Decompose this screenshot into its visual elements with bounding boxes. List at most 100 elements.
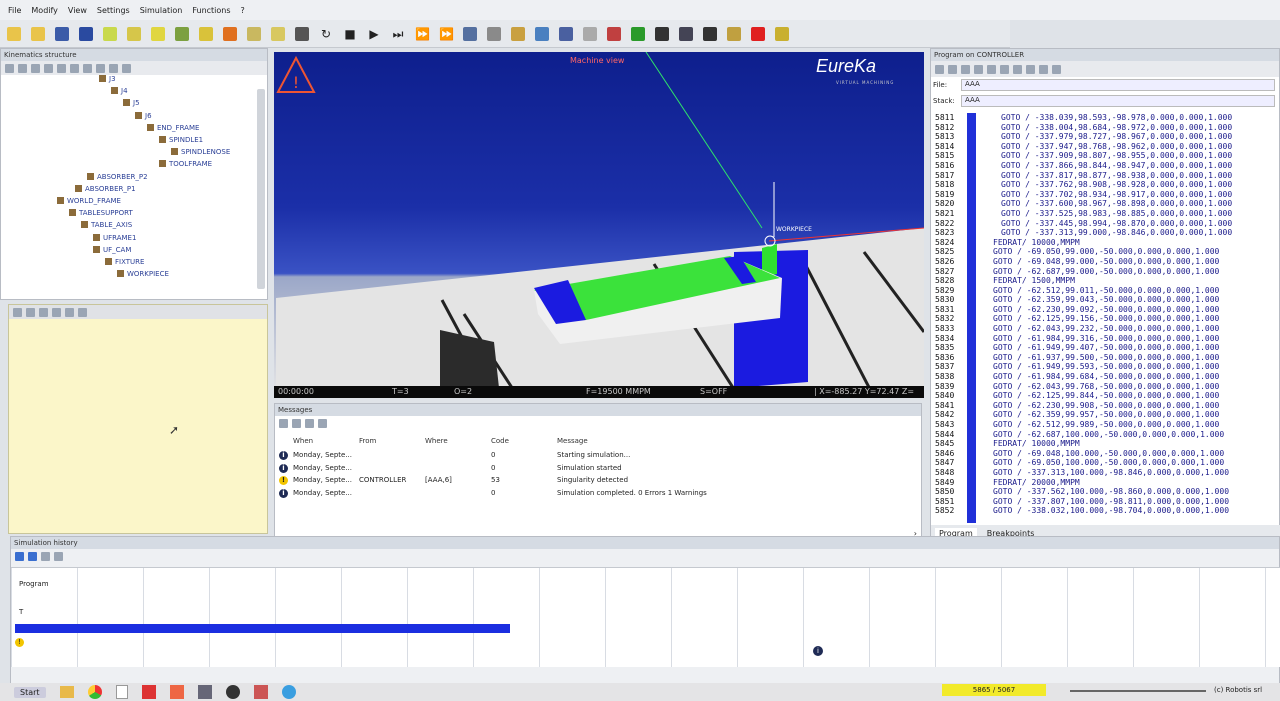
find-icon[interactable] — [1013, 64, 1022, 74]
film-icon[interactable] — [652, 24, 672, 44]
program-line[interactable]: 5812 GOTO / -338.004,98.684,-98.972,0.000… — [931, 123, 1280, 133]
sort-icon[interactable] — [39, 307, 48, 317]
program-line[interactable]: 5841 GOTO / -62.230,99.908,-50.000,0.000,… — [931, 401, 1280, 411]
tree-node-uframe1[interactable]: UFRAME1 — [93, 234, 136, 242]
new-icon[interactable] — [935, 64, 944, 74]
move-icon[interactable] — [628, 24, 648, 44]
program-line[interactable]: 5837 GOTO / -61.949,99.593,-50.000,0.000,… — [931, 362, 1280, 372]
cpu-icon[interactable] — [484, 24, 504, 44]
program-line[interactable]: 5826 GOTO / -69.048,99.000,-50.000,0.000,… — [931, 257, 1280, 267]
program-line[interactable]: 5835 GOTO / -61.949,99.407,-50.000,0.000,… — [931, 343, 1280, 353]
scroll-left-icon[interactable] — [41, 551, 50, 561]
undo-icon[interactable] — [987, 64, 996, 74]
program-line[interactable]: 5850 GOTO / -337.562,100.000,-98.860,0.00… — [931, 487, 1280, 497]
program-line[interactable]: 5815 GOTO / -337.909,98.807,-98.955,0.000… — [931, 151, 1280, 161]
program-line[interactable]: 5819 GOTO / -337.702,98.934,-98.917,0.000… — [931, 190, 1280, 200]
message-row[interactable]: ! Monday, Septe... CONTROLLER [AAA,6] 53 Sing… — [275, 474, 921, 486]
calc-icon[interactable] — [196, 24, 216, 44]
eureka-app-icon[interactable] — [169, 685, 184, 699]
warning-filter-icon[interactable] — [292, 418, 301, 428]
menu-simulation[interactable]: Simulation — [140, 6, 183, 15]
ie-icon[interactable] — [281, 685, 296, 699]
message-row[interactable]: i Monday, Septe... 0 Simulation started — [275, 462, 921, 474]
program-line[interactable]: 5829 GOTO / -62.512,99.011,-50.000,0.000,… — [931, 286, 1280, 296]
tree-node-table-axis[interactable]: TABLE_AXIS — [81, 221, 132, 229]
save-icon[interactable] — [961, 64, 970, 74]
stop-icon[interactable]: ■ — [340, 24, 360, 44]
tree-node-fixture[interactable]: FIXTURE — [105, 258, 144, 266]
folder-icon[interactable] — [59, 686, 74, 698]
message-row[interactable]: i Monday, Septe... 0 Simulation completed. … — [275, 487, 921, 499]
program-line[interactable]: 5814 GOTO / -337.947,98.768,-98.962,0.000… — [931, 142, 1280, 152]
cut-icon[interactable] — [604, 24, 624, 44]
program-line[interactable]: 5840 GOTO / -62.125,99.844,-50.000,0.000,… — [931, 391, 1280, 401]
tree-node-spindlenose[interactable]: SPINDLENOSE — [171, 148, 230, 156]
tree-node-j4[interactable]: J4 — [111, 87, 128, 95]
zoom-slider[interactable] — [1070, 690, 1206, 692]
menu-modify[interactable]: Modify — [31, 6, 58, 15]
info-marker-icon[interactable]: i — [813, 646, 823, 656]
program-line[interactable]: 5836 GOTO / -61.937,99.500,-50.000,0.000,… — [931, 353, 1280, 363]
tools-icon[interactable] — [292, 24, 312, 44]
program-line[interactable]: 5823 GOTO / -337.313,99.000,-98.846,0.000… — [931, 228, 1280, 238]
cube-app-icon[interactable] — [253, 685, 268, 699]
program-line[interactable]: 5832 GOTO / -62.125,99.156,-50.000,0.000,… — [931, 314, 1280, 324]
tree-node-j5[interactable]: J5 — [123, 99, 140, 107]
zoom-in-icon[interactable] — [15, 551, 24, 561]
sphere-app-icon[interactable] — [225, 685, 240, 699]
machine-view[interactable]: ! Machine view EureKa VIRTUAL MACHINING … — [274, 52, 924, 398]
program-line[interactable]: 5838 GOTO / -61.984,99.684,-50.000,0.000,… — [931, 372, 1280, 382]
history-timeline[interactable]: Program T ! i — [11, 567, 1280, 667]
reset-icon[interactable]: ↻ — [316, 24, 336, 44]
program-line[interactable]: 5811 GOTO / -338.039,98.593,-98.978,0.000… — [931, 113, 1280, 123]
zoom-out-icon[interactable] — [28, 551, 37, 561]
menu-functions[interactable]: Functions — [192, 6, 230, 15]
step-icon[interactable]: ⏭ — [388, 24, 408, 44]
col-message[interactable]: Message — [557, 437, 588, 445]
link-icon[interactable] — [31, 63, 40, 73]
save-log-icon[interactable] — [305, 418, 314, 428]
file-check-icon[interactable] — [724, 24, 744, 44]
program-line[interactable]: 5839 GOTO / -62.043,99.768,-50.000,0.000,… — [931, 382, 1280, 392]
program-line[interactable]: 5834 GOTO / -61.984,99.316,-50.000,0.000,… — [931, 334, 1280, 344]
new-doc-icon[interactable] — [4, 24, 24, 44]
program-line[interactable]: 5816 GOTO / -337.866,98.844,-98.947,0.000… — [931, 161, 1280, 171]
file-field[interactable]: AAA — [961, 79, 1275, 91]
cube-icon[interactable] — [148, 24, 168, 44]
program-line[interactable]: 5817 GOTO / -337.817,98.877,-98.938,0.000… — [931, 171, 1280, 181]
chrome-icon[interactable] — [87, 685, 102, 699]
axis-icon[interactable] — [83, 63, 92, 73]
menu-view[interactable]: View — [68, 6, 87, 15]
table-icon[interactable] — [244, 24, 264, 44]
scroll-right-icon[interactable] — [54, 551, 63, 561]
redo-icon[interactable] — [1000, 64, 1009, 74]
program-line[interactable]: 5818 GOTO / -337.762,98.908,-98.928,0.000… — [931, 180, 1280, 190]
program-line[interactable]: 5843 GOTO / -62.512,99.989,-50.000,0.000,… — [931, 420, 1280, 430]
col-where[interactable]: Where — [425, 437, 448, 445]
triangle-icon[interactable] — [772, 24, 792, 44]
grid-icon[interactable] — [70, 63, 79, 73]
col-code[interactable]: Code — [491, 437, 509, 445]
program-line[interactable]: 5842 GOTO / -62.359,99.957,-50.000,0.000,… — [931, 410, 1280, 420]
copy-icon[interactable] — [974, 64, 983, 74]
close-icon[interactable] — [122, 63, 131, 73]
program-line[interactable]: 5825 GOTO / -69.050,99.000,-50.000,0.000,… — [931, 247, 1280, 257]
program-line[interactable]: 5831 GOTO / -62.230,99.092,-50.000,0.000,… — [931, 305, 1280, 315]
measure-icon[interactable] — [124, 24, 144, 44]
fast-forward-icon[interactable]: ⏩ — [412, 24, 432, 44]
stack-field[interactable]: AAA — [961, 95, 1275, 107]
program-line[interactable]: 5830 GOTO / -62.359,99.043,-50.000,0.000,… — [931, 295, 1280, 305]
tree-node-workpiece[interactable]: WORKPIECE — [117, 270, 169, 278]
cube-3d-icon[interactable] — [580, 24, 600, 44]
play-icon[interactable]: ▶ — [364, 24, 384, 44]
arrow-icon[interactable] — [44, 63, 53, 73]
program-line[interactable]: 5824 FEDRAT/ 10000,MMPM — [931, 238, 1280, 248]
network-icon[interactable] — [556, 24, 576, 44]
axes-icon[interactable] — [172, 24, 192, 44]
program-line[interactable]: 5813 GOTO / -337.979,98.727,-98.967,0.000… — [931, 132, 1280, 142]
tree-node-j3[interactable]: J3 — [99, 75, 116, 83]
menu-settings[interactable]: Settings — [97, 6, 130, 15]
program-line[interactable]: 5822 GOTO / -337.445,98.994,-98.870,0.000… — [931, 219, 1280, 229]
palette-icon[interactable] — [748, 24, 768, 44]
tree-node-spindle1[interactable]: SPINDLE1 — [159, 136, 203, 144]
